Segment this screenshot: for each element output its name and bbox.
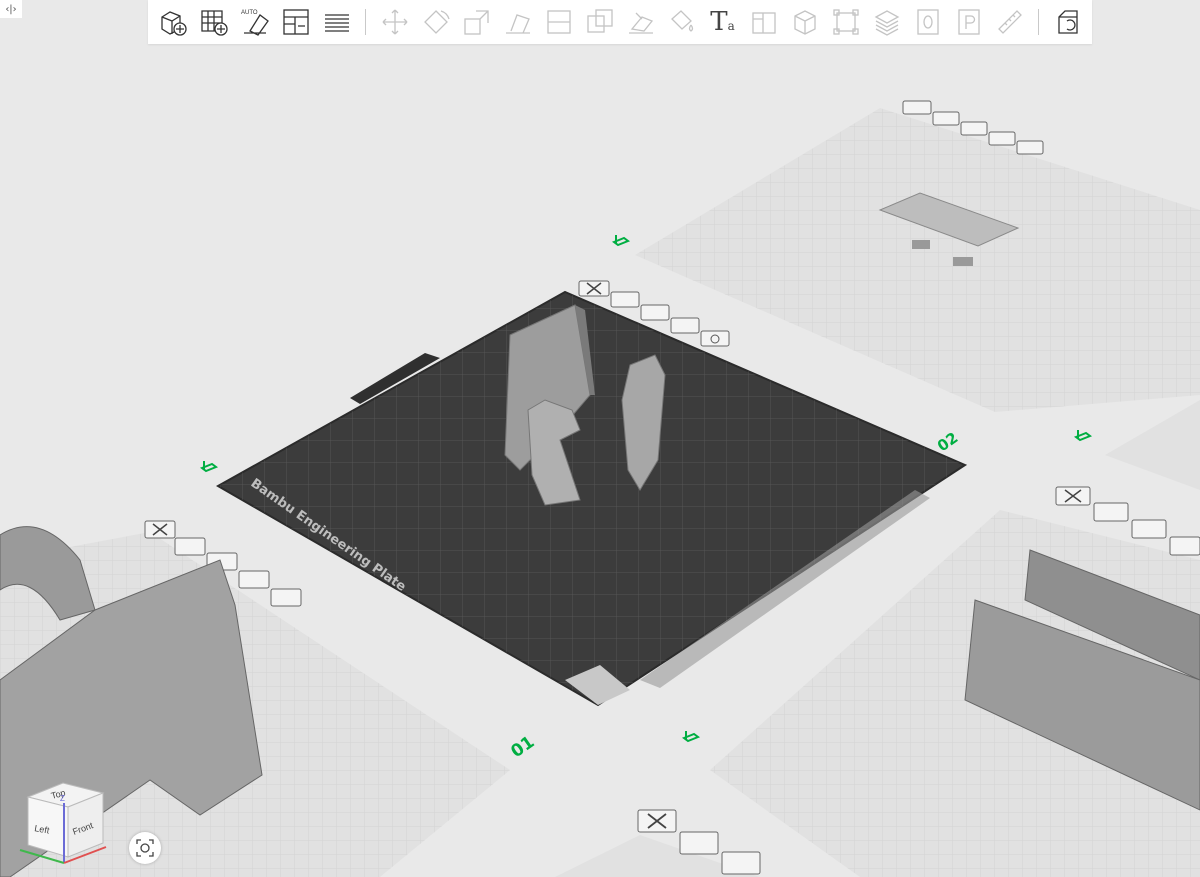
add-object-icon — [160, 11, 187, 36]
camera-reset-button[interactable] — [129, 832, 161, 864]
text-tool-icon: Ta — [710, 7, 735, 37]
plate-number-01: 01 — [507, 732, 538, 762]
toolbar-separator — [365, 9, 366, 35]
auto-orient-icon: AUTO — [241, 10, 269, 36]
boolean-button[interactable] — [582, 4, 618, 40]
color-paint-button[interactable] — [664, 4, 700, 40]
bounding-box-icon — [832, 9, 859, 35]
support-paint-button[interactable] — [623, 4, 659, 40]
view-cube[interactable]: Top Left Front Z — [8, 775, 118, 877]
arrange-button[interactable] — [278, 4, 314, 40]
layer-stack-button[interactable] — [869, 4, 905, 40]
zero-label-button[interactable] — [910, 4, 946, 40]
axis-z-label: Z — [60, 794, 65, 803]
cut-button[interactable] — [541, 4, 577, 40]
variable-layer-height-button[interactable] — [746, 4, 782, 40]
split-to-layers-button[interactable] — [319, 4, 355, 40]
edit-plate-name-icon[interactable] — [611, 235, 631, 247]
scale-icon — [463, 10, 489, 35]
assemble-view-icon — [1057, 10, 1078, 34]
sidebar-toggle-button[interactable]: ‹|› — [0, 0, 22, 18]
p-label-button[interactable] — [951, 4, 987, 40]
boolean-icon — [586, 9, 613, 33]
camera-focus-icon — [136, 839, 154, 857]
layer-stack-icon — [874, 10, 899, 36]
edit-plate-name-icon[interactable] — [199, 461, 219, 473]
svg-text:AUTO: AUTO — [241, 10, 258, 16]
plate-4-surface[interactable] — [1105, 400, 1200, 490]
add-plate-button[interactable] — [196, 4, 232, 40]
scale-button[interactable] — [459, 4, 495, 40]
arrange-icon — [282, 9, 309, 35]
lay-on-face-icon — [505, 14, 530, 34]
edit-plate-name-icon[interactable] — [1073, 430, 1093, 442]
zero-icon — [916, 9, 939, 35]
p-icon — [957, 9, 980, 35]
move-button[interactable] — [377, 4, 413, 40]
cube-icon — [793, 10, 816, 35]
move-icon — [382, 9, 407, 35]
plate-number-02: 02 — [934, 429, 961, 456]
add-object-button[interactable] — [155, 4, 191, 40]
top-toolbar: AUTO Ta — [148, 0, 1092, 44]
toolbar-separator — [1038, 9, 1039, 35]
ruler-icon — [997, 10, 1022, 34]
cut-icon — [546, 10, 571, 34]
assemble-view-button[interactable] — [1050, 4, 1086, 40]
layer-height-icon — [751, 12, 776, 34]
paint-bucket-icon — [670, 10, 693, 32]
auto-orient-button[interactable]: AUTO — [237, 4, 273, 40]
add-plate-icon — [200, 10, 228, 36]
lay-on-face-button[interactable] — [500, 4, 536, 40]
assembly-button[interactable] — [787, 4, 823, 40]
layers-stripes-icon — [324, 14, 349, 32]
3d-viewport[interactable]: Bambu Engineering Plate 01 02 — [0, 0, 1200, 877]
support-paint-icon — [628, 12, 653, 34]
measure-button[interactable] — [992, 4, 1028, 40]
rotate-button[interactable] — [418, 4, 454, 40]
rotate-icon — [423, 10, 450, 34]
bounding-box-button[interactable] — [828, 4, 864, 40]
text-tool-button[interactable]: Ta — [705, 4, 741, 40]
edit-plate-name-icon[interactable] — [681, 731, 701, 743]
